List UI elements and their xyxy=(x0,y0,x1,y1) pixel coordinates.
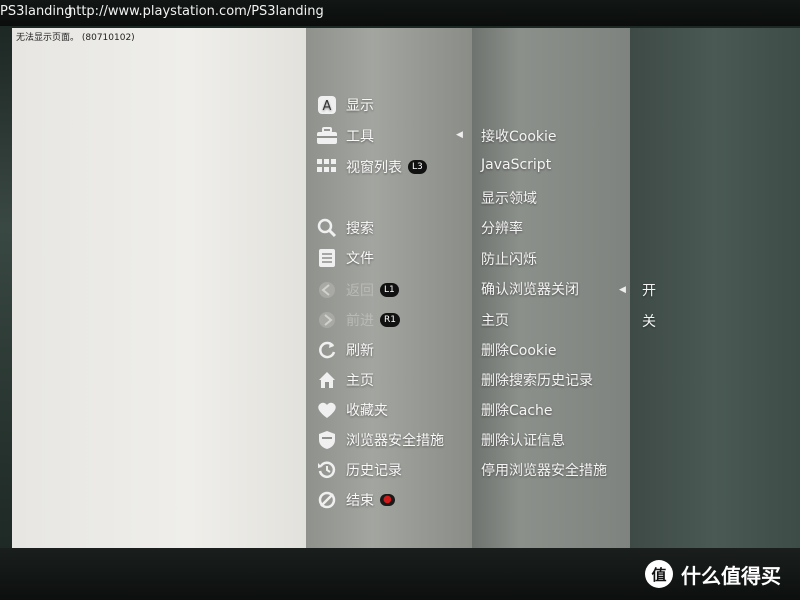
menu-item-label: 工具 xyxy=(346,129,374,145)
submenu-arrow-icon: ◀ xyxy=(456,130,463,140)
l1-button-badge: L1 xyxy=(380,283,399,297)
submenu-arrow-icon: ◀ xyxy=(619,285,626,295)
page-title: PS3landing xyxy=(0,4,73,19)
menu-item-refresh[interactable]: 刷新 xyxy=(316,338,374,362)
submenu-item-javascript[interactable]: JavaScript xyxy=(481,157,551,173)
submenu-item-display-area[interactable]: 显示领域 xyxy=(481,188,537,208)
menu-item-window-list[interactable]: 视窗列表 L3 xyxy=(316,155,427,179)
menu-item-forward[interactable]: 前进 R1 xyxy=(316,308,400,332)
submenu-item-confirm-browser-close[interactable]: 确认浏览器关闭 xyxy=(481,279,579,299)
watermark: 值 什么值得买 xyxy=(645,560,781,588)
menu-item-label: 返回 xyxy=(346,283,374,299)
browser-page-area: 无法显示页面。 (80710102) xyxy=(12,28,308,548)
menu-item-tools[interactable]: 工具 xyxy=(316,124,374,148)
menu-item-search[interactable]: 搜索 xyxy=(316,216,374,240)
toolbox-icon xyxy=(316,125,338,147)
menu-item-browser-security[interactable]: 浏览器安全措施 xyxy=(316,428,444,452)
option-on[interactable]: 开 xyxy=(642,280,656,300)
circle-button-badge: ● xyxy=(380,494,395,506)
submenu-item-home-page[interactable]: 主页 xyxy=(481,310,509,330)
menu-item-label: 主页 xyxy=(346,373,374,389)
submenu-item-accept-cookie[interactable]: 接收Cookie xyxy=(481,126,557,146)
back-icon xyxy=(316,279,338,301)
address-url[interactable]: http://www.playstation.com/PS3landing xyxy=(68,0,324,24)
window-list-icon xyxy=(316,156,338,178)
history-icon xyxy=(316,459,338,481)
menu-item-label: 显示 xyxy=(346,98,374,114)
submenu-item-delete-auth-info[interactable]: 删除认证信息 xyxy=(481,430,565,450)
submenu-item-delete-cache[interactable]: 删除Cache xyxy=(481,400,553,420)
forward-icon xyxy=(316,309,338,331)
submenu-item-disable-browser-security[interactable]: 停用浏览器安全措施 xyxy=(481,460,607,480)
menu-item-bookmarks[interactable]: 收藏夹 xyxy=(316,398,388,422)
menu-item-label: 文件 xyxy=(346,251,374,267)
heart-icon xyxy=(316,399,338,421)
menu-item-back[interactable]: 返回 L1 xyxy=(316,278,399,302)
option-off[interactable]: 关 xyxy=(642,311,656,331)
watermark-logo-icon: 值 xyxy=(645,560,673,588)
home-icon xyxy=(316,369,338,391)
menu-item-exit[interactable]: 结束 ● xyxy=(316,488,395,512)
menu-item-label: 视窗列表 xyxy=(346,160,402,176)
title-bar: PS3landing http://www.playstation.com/PS… xyxy=(0,0,800,26)
page-error-message: 无法显示页面。 (80710102) xyxy=(16,33,135,43)
submenu-item-anti-flicker[interactable]: 防止闪烁 xyxy=(481,249,537,269)
menu-item-home[interactable]: 主页 xyxy=(316,368,374,392)
shield-icon xyxy=(316,429,338,451)
search-icon xyxy=(316,217,338,239)
menu-item-file[interactable]: 文件 xyxy=(316,246,374,270)
refresh-icon xyxy=(316,339,338,361)
menu-item-label: 历史记录 xyxy=(346,463,402,479)
l3-button-badge: L3 xyxy=(408,160,427,174)
submenu-item-delete-search-history[interactable]: 删除搜索历史记录 xyxy=(481,370,593,390)
submenu-item-resolution[interactable]: 分辨率 xyxy=(481,218,523,238)
svg-text:A: A xyxy=(323,99,332,114)
menu-item-label: 搜索 xyxy=(346,221,374,237)
submenu-item-delete-cookie[interactable]: 删除Cookie xyxy=(481,340,557,360)
r1-button-badge: R1 xyxy=(380,313,400,327)
menu-item-label: 结束 xyxy=(346,493,374,509)
exit-icon xyxy=(316,489,338,511)
menu-item-label: 收藏夹 xyxy=(346,403,388,419)
menu-item-label: 浏览器安全措施 xyxy=(346,433,444,449)
menu-item-display[interactable]: A 显示 xyxy=(316,93,374,117)
menu-item-history[interactable]: 历史记录 xyxy=(316,458,402,482)
watermark-text: 什么值得买 xyxy=(681,563,781,588)
file-icon xyxy=(316,247,338,269)
a-button-icon: A xyxy=(316,94,338,116)
menu-item-label: 刷新 xyxy=(346,343,374,359)
menu-item-label: 前进 xyxy=(346,313,374,329)
